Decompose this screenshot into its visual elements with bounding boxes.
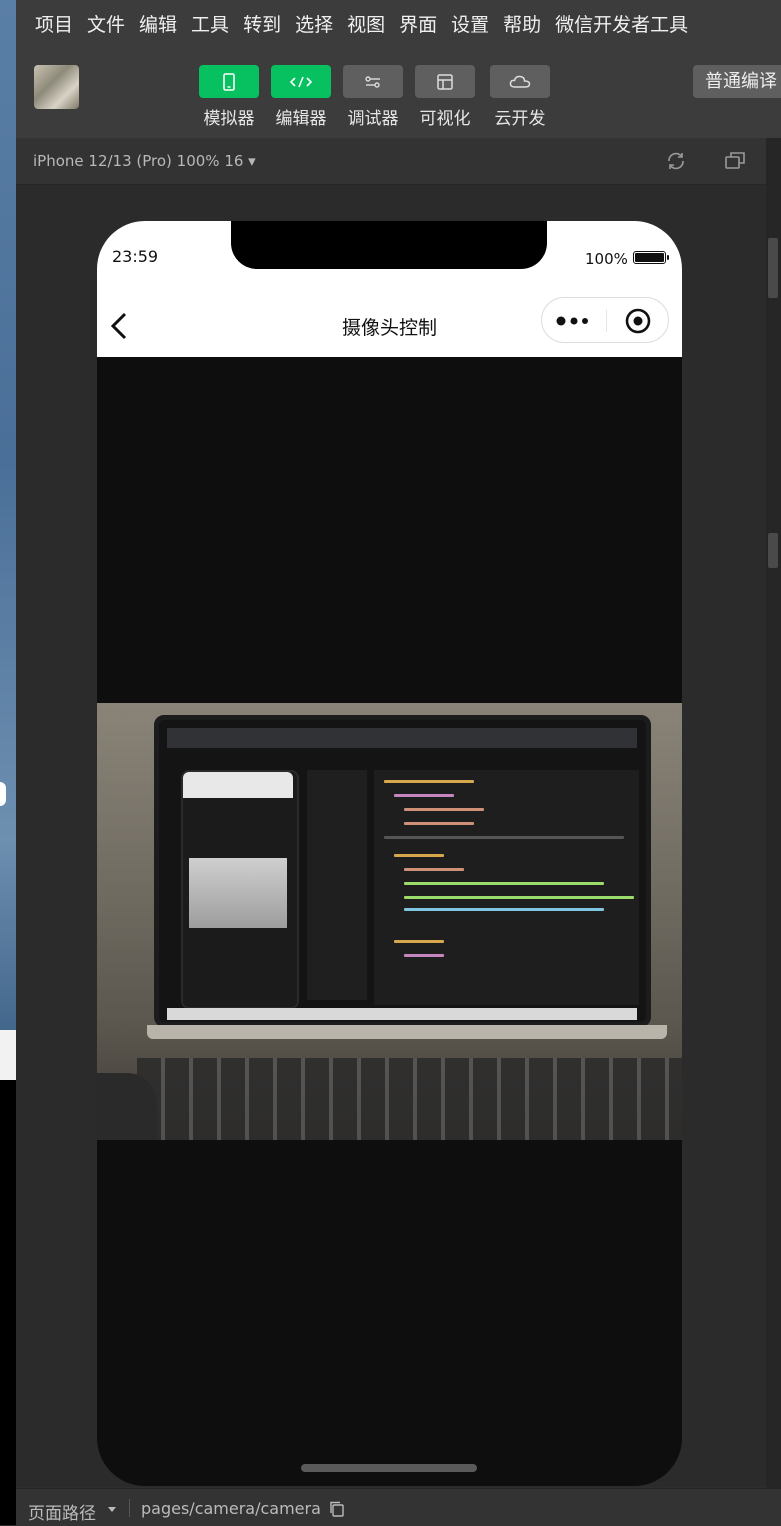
simulator-area: 23:59 100% 摄像头控制: [16, 185, 766, 1487]
menu-interface[interactable]: 界面: [399, 10, 437, 37]
code-icon: [289, 76, 313, 87]
debug-icon: [365, 75, 380, 88]
menu-help[interactable]: 帮助: [503, 10, 541, 37]
cloud-toggle[interactable]: 云开发: [490, 65, 550, 129]
cloud-icon: [509, 75, 531, 88]
visual-label: 可视化: [419, 109, 471, 129]
detach-window-icon[interactable]: [724, 150, 746, 172]
devtools-window: 项目 文件 编辑 工具 转到 选择 视图 界面 设置 帮助 微信开发者工具 模拟…: [16, 0, 781, 1526]
menu-bar: 项目 文件 编辑 工具 转到 选择 视图 界面 设置 帮助 微信开发者工具: [16, 0, 781, 46]
camera-preview[interactable]: [97, 703, 682, 1140]
captured-laptop-base: [147, 1025, 667, 1039]
desktop-widget: [0, 782, 6, 806]
menu-project[interactable]: 项目: [35, 10, 73, 37]
captured-code: [374, 770, 639, 1005]
simulator-button[interactable]: [199, 65, 259, 98]
phone-notch: [231, 221, 547, 269]
phone-icon: [223, 72, 235, 91]
cloud-button[interactable]: [490, 65, 550, 98]
captured-keyboard: [137, 1058, 682, 1140]
menu-app-name[interactable]: 微信开发者工具: [555, 10, 688, 37]
debugger-button[interactable]: [343, 65, 403, 98]
captured-taskbar: [167, 1008, 637, 1020]
avatar[interactable]: [34, 65, 79, 109]
desktop-background: [0, 0, 16, 1525]
battery-fill: [635, 253, 664, 262]
copy-icon[interactable]: [329, 1501, 345, 1517]
captured-phone-header: [183, 772, 293, 798]
battery-icon: [633, 251, 669, 264]
layout-icon: [437, 73, 453, 90]
battery-nub: [667, 255, 669, 260]
desktop-taskbar-edge: [0, 1080, 16, 1525]
menu-settings[interactable]: 设置: [451, 10, 489, 37]
compile-mode-select[interactable]: 普通编译: [693, 65, 781, 98]
captured-file-tree: [307, 770, 367, 1000]
editor-label: 编辑器: [275, 109, 327, 129]
captured-phone: [181, 770, 299, 1009]
simulator-toggle[interactable]: 模拟器: [199, 65, 259, 129]
captured-laptop-screen: [154, 715, 651, 1027]
mini-program-capsule: [541, 297, 669, 343]
close-program-icon[interactable]: [625, 308, 651, 334]
debugger-label: 调试器: [347, 109, 399, 129]
desktop-window-edge: [0, 1030, 16, 1080]
menu-edit[interactable]: 编辑: [139, 10, 177, 37]
menu-tools[interactable]: 工具: [191, 10, 229, 37]
rotate-icon[interactable]: [665, 150, 687, 172]
menu-select[interactable]: 选择: [295, 10, 333, 37]
visual-button[interactable]: [415, 65, 475, 98]
battery-percent: 100%: [585, 250, 628, 268]
simulator-label: 模拟器: [203, 109, 255, 129]
main-toolbar: 模拟器 编辑器 调试器 可视化 云开发 普通编译: [16, 46, 781, 138]
page-path-value: pages/camera/camera: [141, 1499, 321, 1518]
more-icon[interactable]: [554, 312, 594, 330]
device-select[interactable]: iPhone 12/13 (Pro) 100% 16 ▾: [33, 152, 256, 170]
divider: [129, 1499, 130, 1517]
menu-view[interactable]: 视图: [347, 10, 385, 37]
editor-toggle[interactable]: 编辑器: [271, 65, 331, 129]
visual-toggle[interactable]: 可视化: [415, 65, 475, 129]
status-time: 23:59: [112, 247, 159, 266]
phone-frame: 23:59 100% 摄像头控制: [97, 221, 682, 1486]
editor-button[interactable]: [271, 65, 331, 98]
right-panel-edge: [766, 138, 781, 1488]
status-bar: 页面路径 pages/camera/camera: [16, 1488, 781, 1526]
scrollbar-thumb[interactable]: [768, 238, 778, 298]
menu-file[interactable]: 文件: [87, 10, 125, 37]
menu-goto[interactable]: 转到: [243, 10, 281, 37]
captured-toolbar: [167, 728, 637, 748]
capsule-divider: [606, 310, 607, 332]
debugger-toggle[interactable]: 调试器: [343, 65, 403, 129]
chevron-down-icon[interactable]: [108, 1507, 116, 1512]
simulator-header: iPhone 12/13 (Pro) 100% 16 ▾: [16, 138, 766, 185]
scrollbar-thumb-2[interactable]: [768, 533, 778, 568]
home-indicator[interactable]: [301, 1464, 477, 1472]
page-path-label[interactable]: 页面路径: [28, 1499, 96, 1524]
cloud-label: 云开发: [494, 109, 546, 129]
captured-camera: [189, 858, 287, 928]
